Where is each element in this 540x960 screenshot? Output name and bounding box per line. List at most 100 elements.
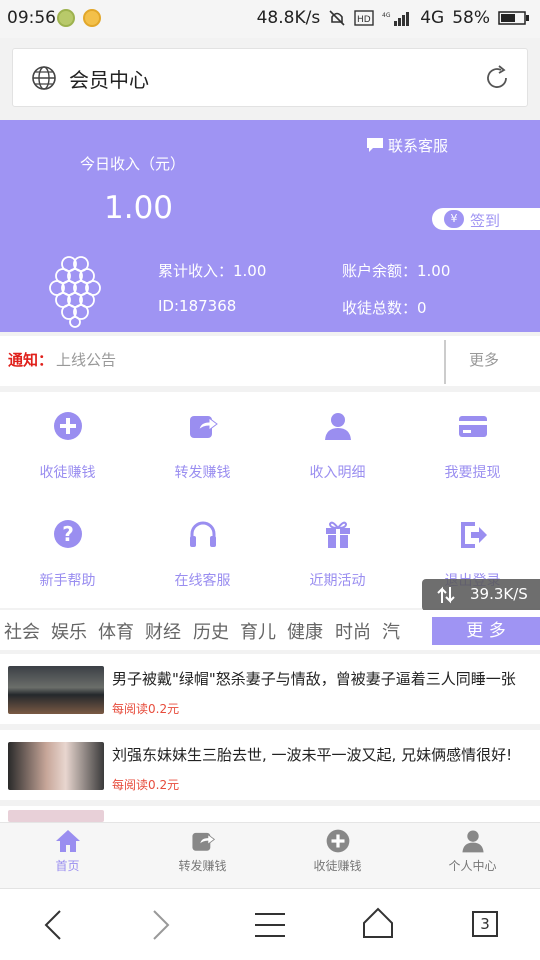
svg-text:4G: 4G [382,12,391,19]
share-icon [190,416,218,438]
user-icon [462,830,484,853]
app-notification-icon [57,9,75,27]
logout-icon [461,522,487,548]
news-title: 刘强东妹妹生三胎去世, 一波未平一波又起, 兄妹俩感情很好! [112,746,513,764]
grid-label: 收入明细 [309,465,366,481]
home-icon [56,830,80,852]
tab-society[interactable]: 社会 [4,618,40,644]
plus-circle-icon [54,412,82,440]
news-item[interactable] [0,806,540,822]
tab-health[interactable]: 健康 [287,618,323,644]
grid-item-activities[interactable]: 近期活动 [270,500,405,608]
svg-text:?: ? [62,522,74,546]
status-bar: 09:56 48.8K/s HD 4G 4G 58% [0,0,540,38]
notice-bar: 通知： 上线公告 更多 [0,336,540,386]
notice-label: 通知： [8,351,54,369]
battery-percent: 58% [452,8,490,28]
svg-text:HD: HD [357,15,371,25]
status-speed: 48.8K/s [256,8,321,28]
signal-icon: 4G [382,12,410,26]
grid-label: 收徒赚钱 [39,465,96,481]
headphones-icon [190,521,216,547]
news-item[interactable]: 刘强东妹妹生三胎去世, 一波未平一波又起, 兄妹俩感情很好! 每阅读0.2元 [0,730,540,800]
grape-avatar-icon [49,256,101,328]
account-balance: 账户余额：1.00 [342,262,451,280]
question-icon: ? [54,520,82,548]
checkin-button[interactable]: ¥ 签到 [432,208,540,230]
grid-label: 我要提现 [444,465,501,481]
page-title: 会员中心 [69,68,149,92]
gift-icon [326,521,350,548]
grid-label: 在线客服 [174,573,231,589]
tab-entertainment[interactable]: 娱乐 [51,618,87,644]
toast-speed: 39.3K/S [470,585,528,603]
nav-profile[interactable]: 个人中心 [405,823,540,889]
tab-auto[interactable]: 汽 [382,618,400,644]
nav-label: 个人中心 [448,859,497,873]
grid-item-recruit[interactable]: 收徒赚钱 [0,392,135,500]
news-thumbnail [8,666,104,714]
notice-text[interactable]: 上线公告 [56,349,116,370]
nav-label: 转发赚钱 [178,859,227,873]
globe-icon [32,66,56,90]
tabs-more-label: 更 多 [466,621,506,641]
back-arrow-icon[interactable] [40,909,66,941]
tab-count-button[interactable]: 3 [472,911,498,937]
news-reward: 每阅读0.2元 [112,778,180,792]
tab-finance[interactable]: 财经 [145,618,181,644]
grid-item-help[interactable]: ? 新手帮助 [0,500,135,608]
news-item[interactable]: 男子被戴"绿帽"怒杀妻子与情敌，曾被妻子逼着三人同睡一张 每阅读0.2元 [0,654,540,724]
news-title: 男子被戴"绿帽"怒杀妻子与情敌，曾被妻子逼着三人同睡一张 [112,670,516,688]
app-notification-icon [83,9,101,27]
nav-label: 收徒赚钱 [313,859,362,873]
tab-parenting[interactable]: 育儿 [240,618,276,644]
tab-fashion[interactable]: 时尚 [335,618,371,644]
user-id: ID:187368 [158,297,237,315]
nav-recruit[interactable]: 收徒赚钱 [270,823,405,889]
network-speed-toast: 39.3K/S [422,579,540,611]
disciple-count: 收徒总数：0 [342,299,427,317]
user-icon [325,413,351,440]
nav-home[interactable]: 首页 [0,823,135,889]
address-bar: 会员中心 [0,38,540,120]
today-income-value: 1.00 [104,190,174,226]
grid-label: 近期活动 [309,573,366,589]
today-income-label: 今日收入（元） [80,155,186,173]
tab-sports[interactable]: 体育 [98,618,134,644]
share-icon [192,832,216,851]
notice-divider [444,340,446,384]
category-tabs: 社会 娱乐 体育 财经 历史 育儿 健康 时尚 汽 更 多 [0,610,540,650]
customer-service-link[interactable]: 联系客服 [388,135,448,156]
home-outline-icon[interactable] [362,907,394,939]
income-header: 联系客服 今日收入（元） 1.00 ¥ 签到 累计收入：1.00 账户余额：1.… [0,120,540,332]
news-thumbnail [8,742,104,790]
grid-item-share[interactable]: 转发赚钱 [135,392,270,500]
plus-circle-icon [326,829,350,853]
hd-icon: HD [354,10,374,26]
grid-item-income-detail[interactable]: 收入明细 [270,392,405,500]
transfer-arrows-icon [437,586,455,604]
forward-arrow-icon[interactable] [148,909,174,941]
grid-item-online-service[interactable]: 在线客服 [135,500,270,608]
notice-more-link[interactable]: 更多 [469,349,499,370]
feature-grid: 收徒赚钱 转发赚钱 收入明细 我要提现 ? 新手帮助 在线客服 近期活动 退出登… [0,392,540,608]
news-list: 男子被戴"绿帽"怒杀妻子与情敌，曾被妻子逼着三人同睡一张 每阅读0.2元 刘强东… [0,652,540,822]
grid-item-withdraw[interactable]: 我要提现 [405,392,540,500]
total-income: 累计收入：1.00 [158,262,267,280]
mute-icon [329,10,345,26]
address-box[interactable]: 会员中心 [12,48,528,107]
tab-count: 3 [480,915,490,933]
nav-share[interactable]: 转发赚钱 [135,823,270,889]
chat-icon [367,138,383,152]
battery-icon [498,11,529,25]
grid-label: 新手帮助 [39,573,96,589]
status-time: 09:56 [7,8,56,28]
grid-label: 转发赚钱 [174,465,231,481]
tab-history[interactable]: 历史 [193,618,229,644]
refresh-icon[interactable] [483,64,511,92]
news-reward: 每阅读0.2元 [112,702,180,716]
network-type: 4G [420,8,445,28]
menu-icon[interactable] [254,911,286,939]
tabs-more-button[interactable]: 更 多 [432,617,540,645]
bottom-nav: 首页 转发赚钱 收徒赚钱 个人中心 [0,822,540,888]
